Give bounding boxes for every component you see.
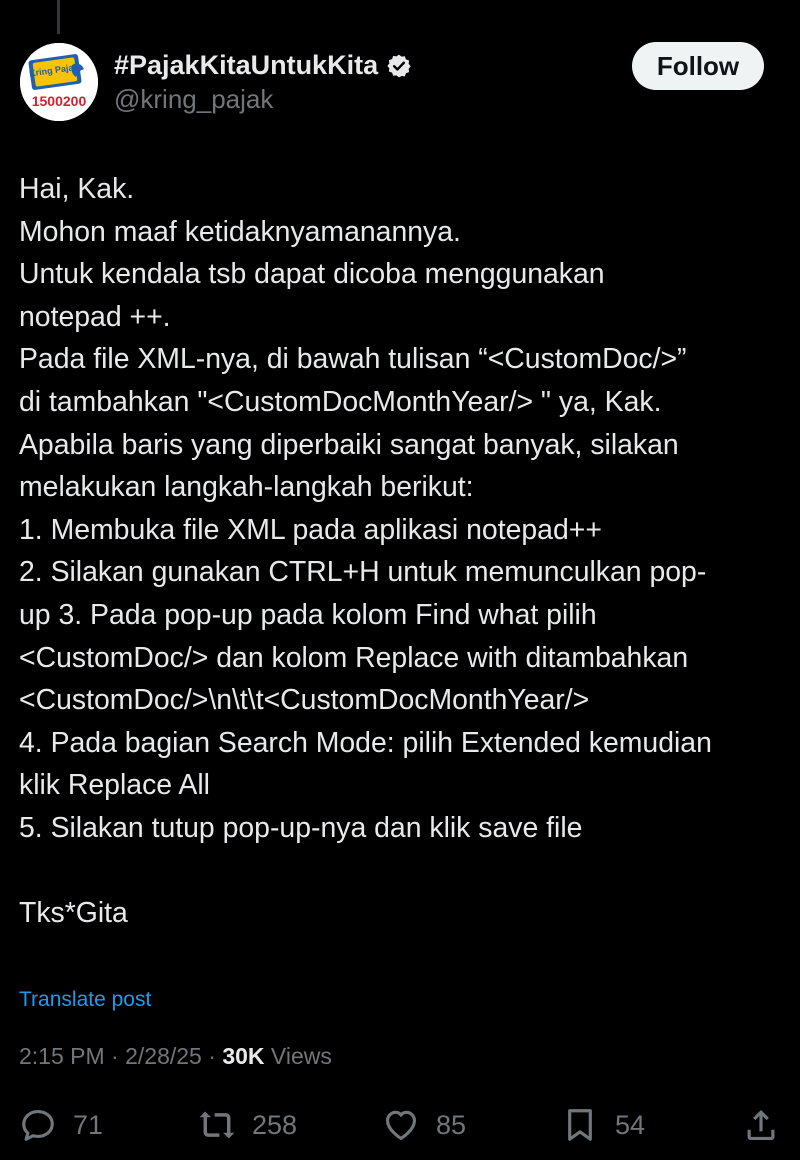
share-button[interactable] — [742, 1101, 780, 1149]
tweet-line: Mohon maaf ketidaknyamanannya. — [19, 215, 461, 248]
tweet-line: <CustomDoc/>\n\t\t<CustomDocMonthYear/> — [19, 684, 590, 717]
meta-separator: · — [111, 1043, 119, 1069]
tweet-line: notepad ++. — [19, 300, 171, 333]
post-date[interactable]: 2/28/25 — [125, 1043, 202, 1069]
avatar[interactable]: Kring Pajak 1500200 — [20, 43, 98, 121]
tweet-line: Apabila baris yang diperbaiki sangat ban… — [19, 428, 679, 461]
translate-post-link[interactable]: Translate post — [19, 988, 151, 1012]
like-button[interactable]: 85 — [382, 1101, 466, 1149]
tweet-line: <CustomDoc/> dan kolom Replace with dita… — [19, 641, 689, 674]
bookmark-icon — [568, 1109, 592, 1141]
tweet-line: Pada file XML-nya, di bawah tulisan “<Cu… — [19, 343, 687, 376]
repost-button[interactable]: 258 — [198, 1101, 297, 1149]
share-icon — [747, 1109, 775, 1141]
thread-connector-line — [57, 0, 60, 34]
repost-count: 258 — [252, 1109, 298, 1140]
tweet-line: 4. Pada bagian Search Mode: pilih Extend… — [19, 726, 712, 759]
tweet-line: klik Replace All — [19, 769, 210, 802]
repost-icon — [199, 1111, 235, 1139]
reply-button[interactable]: 71 — [19, 1101, 103, 1149]
tweet-line: Hai, Kak. — [19, 173, 135, 205]
tweet-line: up 3. Pada pop-up pada kolom Find what p… — [19, 598, 597, 631]
meta-separator: · — [208, 1043, 216, 1069]
tweet-line: 5. Silakan tutup pop-up-nya dan klik sav… — [19, 811, 583, 844]
views-label: Views — [270, 1043, 332, 1069]
kring-pajak-logo: Kring Pajak 1500200 — [20, 43, 98, 121]
logo-number: 1500200 — [32, 93, 87, 109]
post-time[interactable]: 2:15 PM — [19, 1043, 105, 1069]
action-bar: 71 258 85 54 — [0, 1101, 800, 1149]
verified-badge-icon — [387, 54, 411, 77]
reply-count: 71 — [73, 1109, 104, 1140]
follow-button[interactable]: Follow — [632, 42, 764, 90]
tweet-line: 2. Silakan gunakan CTRL+H untuk memuncul… — [19, 556, 707, 589]
tweet-line: di tambahkan "<CustomDocMonthYear/> " ya… — [19, 385, 662, 418]
bookmark-count: 54 — [615, 1109, 646, 1140]
author-display-name[interactable]: #PajakKitaUntukKita — [114, 50, 412, 81]
tweet-text: Hai, Kak. Mohon maaf ketidaknyamanannya.… — [19, 168, 784, 935]
views-count: 30K — [222, 1043, 265, 1069]
post-metadata: 2:15 PM · 2/28/25 · 30K Views — [19, 1043, 332, 1070]
tweet-line: 1. Membuka file XML pada aplikasi notepa… — [19, 513, 602, 546]
heart-icon — [385, 1110, 417, 1141]
like-count: 85 — [436, 1109, 467, 1140]
reply-icon — [22, 1109, 54, 1141]
author-handle[interactable]: @kring_pajak — [114, 84, 273, 115]
bookmark-button[interactable]: 54 — [561, 1101, 645, 1149]
tweet-line: Untuk kendala tsb dapat dicoba menggunak… — [19, 258, 605, 291]
tweet-line: melakukan langkah-langkah berikut: — [19, 471, 474, 504]
tweet-line-signature: Tks*Gita — [19, 897, 128, 930]
author-name-text: #PajakKitaUntukKita — [114, 50, 379, 80]
